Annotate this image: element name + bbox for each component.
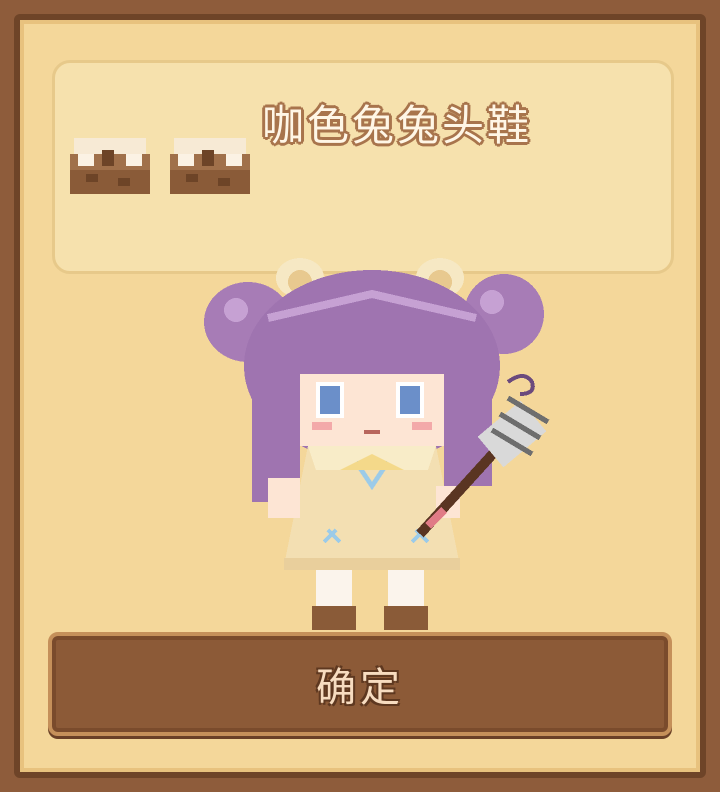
dialog-frame: 咖色兔兔头鞋 确定 bbox=[0, 0, 720, 792]
confirm-button-label: 确定 bbox=[316, 665, 404, 711]
item-name: 咖色兔兔头鞋 bbox=[262, 101, 533, 150]
boot-icon bbox=[70, 138, 150, 194]
character-sprite bbox=[204, 258, 550, 630]
boot-icon bbox=[170, 138, 250, 194]
confirm-button[interactable]: 确定 bbox=[48, 632, 672, 736]
